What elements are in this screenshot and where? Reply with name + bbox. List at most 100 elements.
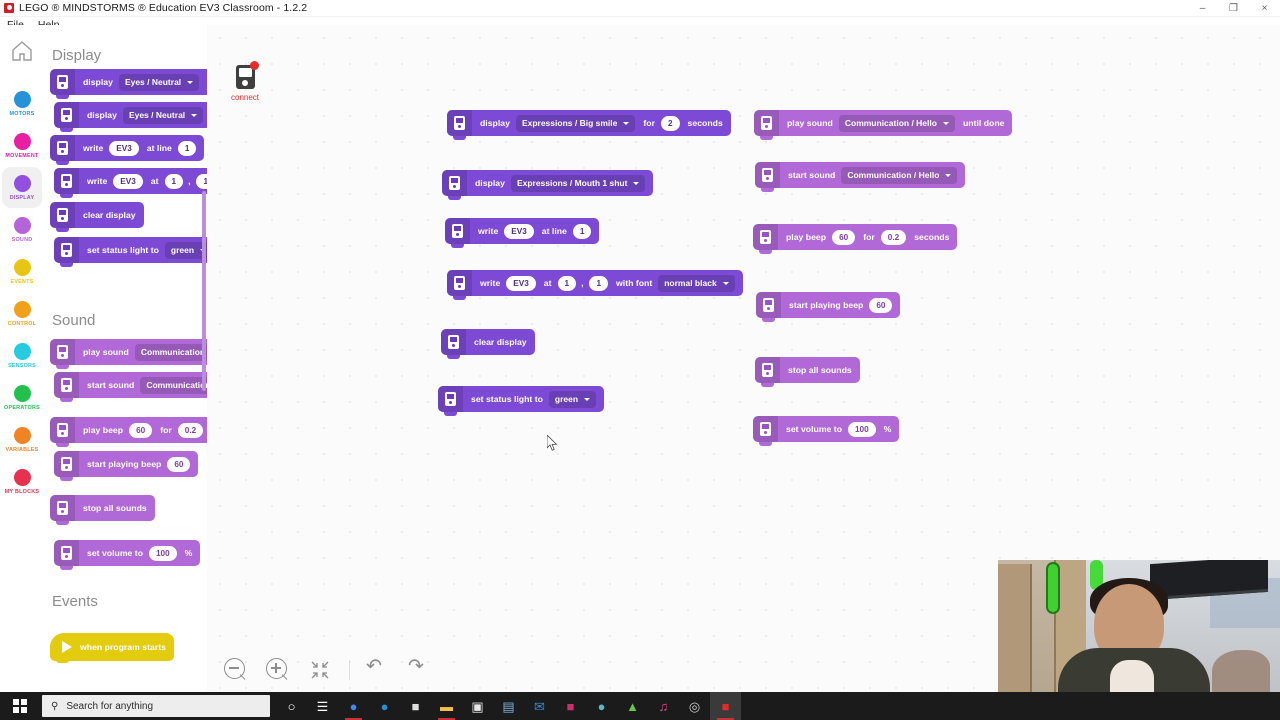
- block-number-input[interactable]: 0.2: [880, 229, 907, 245]
- steam-icon[interactable]: ●: [586, 692, 617, 720]
- palette-block-set-volume[interactable]: set volume to 100%: [54, 540, 201, 570]
- rail-category-my-blocks[interactable]: MY BLOCKS: [2, 461, 42, 502]
- rail-category-motors[interactable]: MOTORS: [2, 83, 42, 124]
- undo-icon[interactable]: ↶: [366, 657, 392, 683]
- cortana-icon[interactable]: ○: [276, 692, 307, 720]
- canvas-display-for-seconds[interactable]: display Expressions / Big smile for 2 second…: [447, 110, 731, 140]
- block-number-input[interactable]: 1: [196, 173, 207, 189]
- block-text: clear display: [83, 210, 136, 220]
- canvas-play-sound[interactable]: play sound Communication / Hello until don…: [754, 110, 1013, 140]
- edge-icon[interactable]: ●: [369, 692, 400, 720]
- rail-category-events[interactable]: EVENTS: [2, 251, 42, 292]
- block-number-input[interactable]: 100: [848, 421, 876, 437]
- canvas-start-playing-beep[interactable]: start playing beep 60: [756, 292, 901, 322]
- block-number-input[interactable]: EV3: [109, 140, 139, 156]
- zoom-out-icon[interactable]: [223, 657, 249, 683]
- canvas-display-image[interactable]: display Expressions / Mouth 1 shut: [442, 170, 654, 200]
- palette-scrollbar[interactable]: [202, 191, 206, 391]
- rail-category-variables[interactable]: VARIABLES: [2, 419, 42, 460]
- palette-block-play-beep[interactable]: play beep60for0.2seconds: [50, 417, 207, 447]
- itunes-icon[interactable]: ♫: [648, 692, 679, 720]
- toolbar-divider: [349, 660, 350, 680]
- canvas-stop-all-sounds[interactable]: stop all sounds: [755, 357, 860, 387]
- close-button[interactable]: ×: [1249, 0, 1280, 17]
- block-number-input[interactable]: 2: [660, 115, 680, 131]
- block-number-input[interactable]: 1: [589, 275, 609, 291]
- remote-desktop-icon[interactable]: ▤: [493, 692, 524, 720]
- rail-category-display[interactable]: DISPLAY: [2, 167, 42, 208]
- fit-to-screen-icon[interactable]: [307, 657, 333, 683]
- palette-block-set-status-light[interactable]: set status light to green: [54, 237, 207, 267]
- canvas-clear-display[interactable]: clear display: [441, 329, 535, 359]
- palette-block-display-image[interactable]: display Eyes / Neutral: [54, 102, 207, 132]
- mail-icon[interactable]: ✉: [524, 692, 555, 720]
- zoom-in-icon[interactable]: [265, 657, 291, 683]
- canvas-write-at-xy[interactable]: write EV3 at 1, 1 with font normal black: [447, 270, 743, 300]
- redo-icon[interactable]: ↷: [408, 657, 434, 683]
- canvas-set-volume[interactable]: set volume to 100%: [753, 416, 900, 446]
- block-dropdown[interactable]: Communication / Hello: [140, 376, 207, 394]
- rail-category-operators[interactable]: OPERATORS: [2, 377, 42, 418]
- block-number-input[interactable]: 0.2: [177, 422, 204, 438]
- palette-block-start-playing-beep[interactable]: start playing beep 60: [54, 451, 199, 481]
- block-number-input[interactable]: EV3: [113, 173, 143, 189]
- block-connector: [444, 412, 457, 416]
- rail-category-movement[interactable]: MOVEMENT: [2, 125, 42, 166]
- block-dropdown[interactable]: Communication / Hello: [841, 166, 958, 184]
- palette-block-play-sound[interactable]: play sound Communication / Hello: [50, 339, 207, 369]
- block-number-input[interactable]: EV3: [506, 275, 536, 291]
- block-number-input[interactable]: 60: [129, 422, 153, 438]
- block-number-input[interactable]: 1: [557, 275, 577, 291]
- canvas-write-at-line[interactable]: write EV3 at line 1: [445, 218, 600, 248]
- block-dropdown[interactable]: normal black: [658, 274, 735, 292]
- taskbar-search-input[interactable]: ⚲ Search for anything: [42, 695, 270, 717]
- palette-block-write-at-line[interactable]: write EV3 at line 1: [50, 135, 205, 165]
- block-number-input[interactable]: EV3: [504, 223, 534, 239]
- canvas-start-sound[interactable]: start sound Communication / Hello: [755, 162, 966, 192]
- rail-category-sensors[interactable]: SENSORS: [2, 335, 42, 376]
- block-number-input[interactable]: 60: [869, 297, 893, 313]
- block-dropdown[interactable]: Communication / Hello: [838, 114, 955, 132]
- block-dropdown[interactable]: Expressions / Big smile: [515, 114, 636, 132]
- obs-studio-icon[interactable]: ◎: [679, 692, 710, 720]
- block-number-input[interactable]: 100: [149, 545, 177, 561]
- block-number-input[interactable]: 1: [164, 173, 184, 189]
- epic-games-icon[interactable]: ■: [400, 692, 431, 720]
- block-number-input[interactable]: 60: [167, 456, 191, 472]
- block-dropdown[interactable]: green: [548, 390, 597, 408]
- palette-block-clear-display[interactable]: clear display: [50, 202, 144, 232]
- connect-widget[interactable]: connect: [231, 61, 259, 102]
- palette-block-display-for-seconds[interactable]: displayEyes / Neutralfor2: [50, 69, 207, 99]
- chrome-icon[interactable]: ●: [338, 692, 369, 720]
- block-number-input[interactable]: 1: [572, 223, 592, 239]
- palette-block-when-program-starts[interactable]: when program starts: [50, 633, 174, 663]
- file-explorer-icon[interactable]: ▬: [431, 692, 462, 720]
- block-number-input[interactable]: 60: [832, 229, 856, 245]
- palette-block-start-sound[interactable]: start sound Communication / Hello: [54, 372, 207, 402]
- block-brick-icon: [50, 495, 75, 521]
- lego-ev3-app-icon[interactable]: ■: [710, 692, 741, 720]
- canvas-set-status-light[interactable]: set status light to green: [438, 386, 605, 416]
- block-dropdown[interactable]: Eyes / Neutral: [118, 73, 200, 91]
- canvas-play-beep[interactable]: play beep 60 for 0.2 seconds: [753, 224, 958, 254]
- minimize-button[interactable]: –: [1187, 0, 1218, 17]
- chevron-down-icon: [722, 281, 729, 285]
- home-icon[interactable]: [10, 39, 34, 63]
- block-dropdown[interactable]: Communication / Hello: [134, 343, 207, 361]
- palette-block-write-at-xy-with-font[interactable]: writeEV3at1,1with f: [54, 168, 207, 198]
- windows-start-icon[interactable]: [0, 692, 40, 720]
- task-view-icon[interactable]: ☰: [307, 692, 338, 720]
- block-connector: [761, 383, 774, 387]
- palette-block-stop-all-sounds[interactable]: stop all sounds: [50, 495, 155, 525]
- android-studio-icon[interactable]: ▲: [617, 692, 648, 720]
- block-dropdown[interactable]: Expressions / Mouth 1 shut: [510, 174, 646, 192]
- rail-category-sound[interactable]: SOUND: [2, 209, 42, 250]
- block-palette[interactable]: DisplaydisplayEyes / Neutralfor2displayE…: [44, 25, 207, 692]
- rail-category-control[interactable]: CONTROL: [2, 293, 42, 334]
- microsoft-store-icon[interactable]: ▣: [462, 692, 493, 720]
- maximize-button[interactable]: ❐: [1218, 0, 1249, 17]
- jetbrains-icon[interactable]: ■: [555, 692, 586, 720]
- block-number-input[interactable]: 1: [177, 140, 197, 156]
- block-dropdown[interactable]: green: [164, 241, 207, 259]
- block-dropdown[interactable]: Eyes / Neutral: [122, 106, 204, 124]
